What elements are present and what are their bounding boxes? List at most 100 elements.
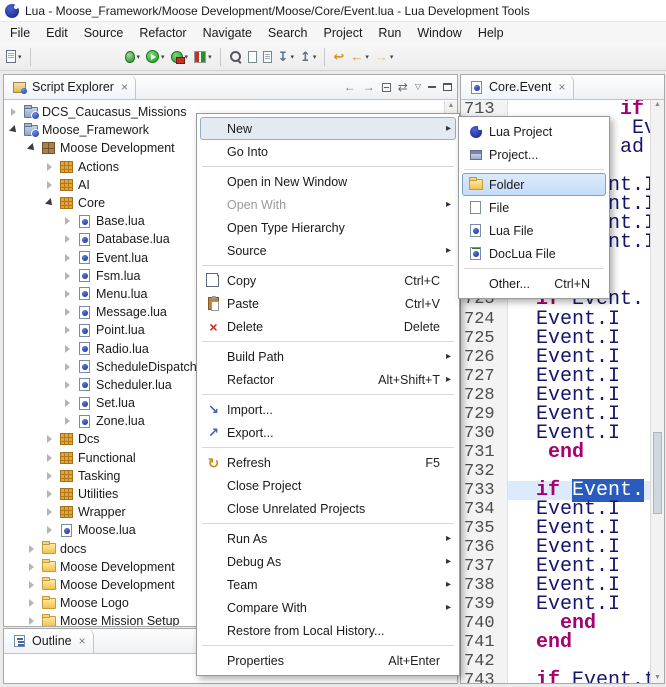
menu-file[interactable]: File: [2, 24, 38, 42]
search-button[interactable]: [227, 46, 244, 68]
menu-item-export[interactable]: ↗Export...: [200, 421, 456, 444]
expand-arrow-icon[interactable]: [26, 545, 37, 553]
menu-item-other[interactable]: Other...Ctrl+N: [462, 272, 606, 295]
menu-item-project[interactable]: Project...: [462, 143, 606, 166]
expand-arrow-icon[interactable]: [44, 200, 55, 206]
close-icon[interactable]: ×: [79, 635, 86, 647]
menu-item-new[interactable]: New▸: [200, 117, 456, 140]
coverage-button[interactable]: ▾: [192, 46, 214, 68]
expand-arrow-icon[interactable]: [62, 399, 73, 407]
menu-item-refresh[interactable]: ↻RefreshF5: [200, 451, 456, 474]
expand-arrow-icon[interactable]: [8, 108, 19, 116]
menu-item-team[interactable]: Team▸: [200, 573, 456, 596]
luafile-glyph: [79, 287, 90, 300]
menu-window[interactable]: Window: [409, 24, 469, 42]
menu-item-compare-with[interactable]: Compare With▸: [200, 596, 456, 619]
menu-item-source[interactable]: Source▸: [200, 239, 456, 262]
scroll-up-icon[interactable]: ▲: [651, 100, 664, 110]
back-icon[interactable]: ←: [344, 81, 356, 93]
forward-icon[interactable]: →: [363, 81, 375, 93]
editor-scrollbar[interactable]: ▲ ▼: [650, 100, 664, 683]
menu-item-doclua-file[interactable]: DocLua File: [462, 242, 606, 265]
close-icon[interactable]: ×: [559, 81, 566, 93]
menu-search[interactable]: Search: [260, 24, 316, 42]
next-annotation-button[interactable]: ↧▾: [276, 46, 296, 68]
expand-arrow-icon[interactable]: [62, 381, 73, 389]
menu-item-folder[interactable]: Folder: [462, 173, 606, 196]
menu-item-open-with[interactable]: Open With▸: [200, 193, 456, 216]
menu-item-delete[interactable]: ×DeleteDelete: [200, 315, 456, 338]
collapse-all-icon[interactable]: [382, 83, 391, 92]
menu-item-properties[interactable]: PropertiesAlt+Enter: [200, 649, 456, 672]
menu-item-close-project[interactable]: Close Project: [200, 474, 456, 497]
menu-item-open-in-new-window[interactable]: Open in New Window: [200, 170, 456, 193]
expand-arrow-icon[interactable]: [62, 417, 73, 425]
tab-script-explorer[interactable]: Script Explorer ×: [4, 75, 136, 99]
last-edit-location-button[interactable]: ↩: [331, 46, 346, 68]
menu-item-file[interactable]: File: [462, 196, 606, 219]
expand-arrow-icon[interactable]: [44, 526, 55, 534]
menu-item-close-unrelated-projects[interactable]: Close Unrelated Projects: [200, 497, 456, 520]
expand-arrow-icon[interactable]: [44, 181, 55, 189]
menu-item-lua-file[interactable]: Lua File: [462, 219, 606, 242]
menu-run[interactable]: Run: [370, 24, 409, 42]
minimize-icon[interactable]: [428, 86, 436, 88]
tab-core-event[interactable]: Core.Event ×: [461, 75, 574, 99]
annotations-button[interactable]: [261, 46, 274, 68]
expand-arrow-icon[interactable]: [62, 235, 73, 243]
expand-arrow-icon[interactable]: [26, 581, 37, 589]
menu-item-refactor[interactable]: RefactorAlt+Shift+T▸: [200, 368, 456, 391]
scroll-up-icon[interactable]: ▲: [445, 101, 457, 111]
expand-arrow-icon[interactable]: [62, 345, 73, 353]
menu-item-paste[interactable]: PasteCtrl+V: [200, 292, 456, 315]
debug-button[interactable]: ▾: [123, 46, 143, 68]
menu-item-go-into[interactable]: Go Into: [200, 140, 456, 163]
expand-arrow-icon[interactable]: [8, 127, 19, 133]
maximize-icon[interactable]: [443, 83, 452, 91]
forward-button[interactable]: →▾: [373, 46, 396, 68]
run-button[interactable]: ▾: [144, 46, 167, 68]
menu-project[interactable]: Project: [316, 24, 371, 42]
expand-arrow-icon[interactable]: [26, 563, 37, 571]
expand-arrow-icon[interactable]: [26, 617, 37, 625]
scrollbar-thumb[interactable]: [653, 432, 662, 514]
menu-edit[interactable]: Edit: [38, 24, 76, 42]
close-icon[interactable]: ×: [121, 81, 128, 93]
expand-arrow-icon[interactable]: [62, 272, 73, 280]
menu-item-run-as[interactable]: Run As▸: [200, 527, 456, 550]
menu-item-build-path[interactable]: Build Path▸: [200, 345, 456, 368]
expand-arrow-icon[interactable]: [62, 326, 73, 334]
expand-arrow-icon[interactable]: [44, 490, 55, 498]
new-button[interactable]: ▾: [4, 46, 24, 68]
menu-help[interactable]: Help: [470, 24, 512, 42]
menu-item-open-type-hierarchy[interactable]: Open Type Hierarchy: [200, 216, 456, 239]
menu-item-debug-as[interactable]: Debug As▸: [200, 550, 456, 573]
previous-annotation-button[interactable]: ↥▾: [298, 46, 318, 68]
menu-refactor[interactable]: Refactor: [131, 24, 194, 42]
expand-arrow-icon[interactable]: [62, 363, 73, 371]
expand-arrow-icon[interactable]: [26, 599, 37, 607]
expand-arrow-icon[interactable]: [62, 217, 73, 225]
external-tools-button[interactable]: ▾: [169, 46, 191, 68]
view-menu-icon[interactable]: ▽: [415, 83, 421, 91]
menu-item-restore-from-local-history[interactable]: Restore from Local History...: [200, 619, 456, 642]
tab-outline[interactable]: Outline ×: [4, 629, 94, 653]
expand-arrow-icon[interactable]: [44, 435, 55, 443]
scroll-down-icon[interactable]: ▼: [651, 673, 664, 683]
expand-arrow-icon[interactable]: [62, 308, 73, 316]
expand-arrow-icon[interactable]: [44, 163, 55, 171]
open-element-button[interactable]: [246, 46, 259, 68]
expand-arrow-icon[interactable]: [26, 145, 37, 151]
expand-arrow-icon[interactable]: [44, 454, 55, 462]
menu-item-lua-project[interactable]: Lua Project: [462, 120, 606, 143]
link-with-editor-icon[interactable]: ⇄: [398, 81, 408, 93]
expand-arrow-icon[interactable]: [44, 472, 55, 480]
menu-item-import[interactable]: ↘Import...: [200, 398, 456, 421]
menu-source[interactable]: Source: [76, 24, 132, 42]
menu-item-copy[interactable]: CopyCtrl+C: [200, 269, 456, 292]
expand-arrow-icon[interactable]: [62, 254, 73, 262]
expand-arrow-icon[interactable]: [62, 290, 73, 298]
expand-arrow-icon[interactable]: [44, 508, 55, 516]
back-button[interactable]: ←▾: [348, 46, 371, 68]
menu-navigate[interactable]: Navigate: [195, 24, 260, 42]
